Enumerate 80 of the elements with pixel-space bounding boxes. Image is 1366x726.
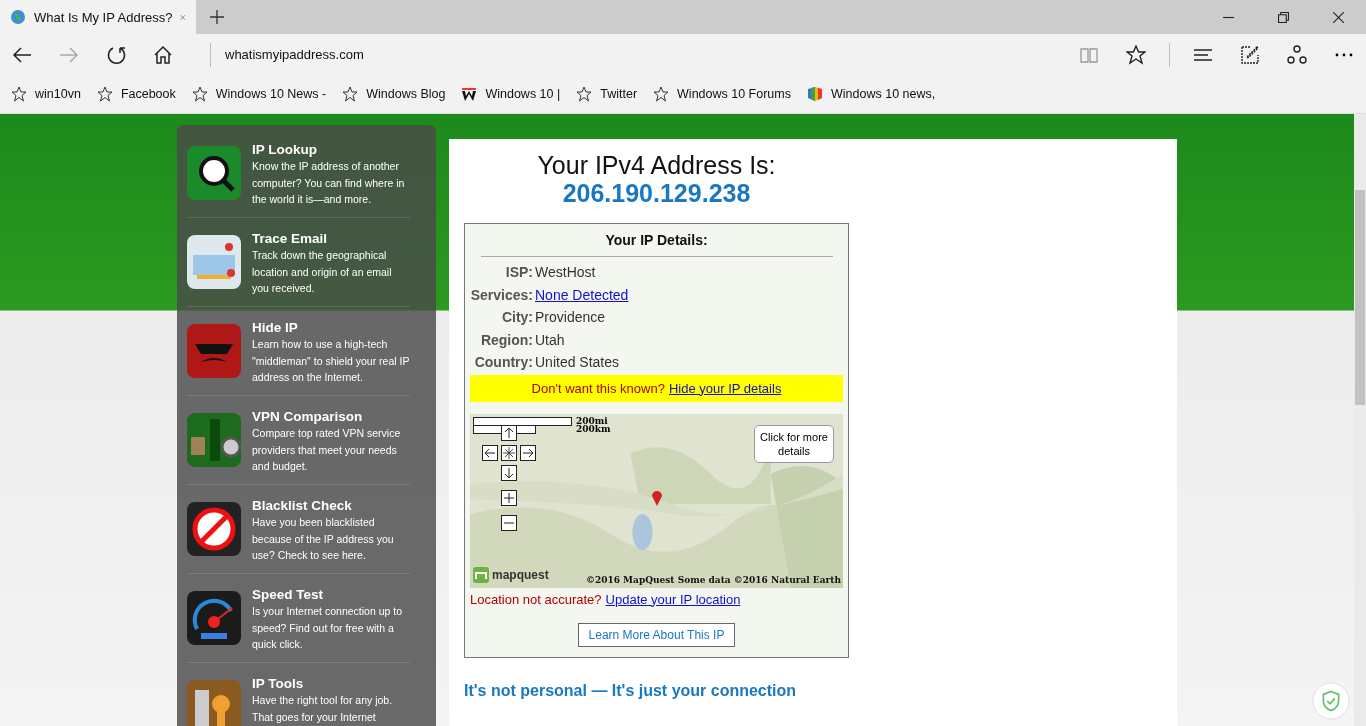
share-icon[interactable] — [1287, 44, 1307, 65]
tool-link[interactable]: Hide IP — [252, 320, 410, 336]
pen-icon[interactable] — [1240, 44, 1260, 65]
scale-label: 200mi — [576, 416, 608, 426]
restore-icon[interactable] — [1278, 11, 1289, 23]
detail-value: Providence — [535, 308, 607, 327]
star-icon — [342, 86, 359, 102]
star-icon — [653, 86, 670, 102]
refresh-icon[interactable] — [106, 44, 126, 65]
update-location-link[interactable]: Update your IP location — [605, 591, 741, 607]
notice-text: Don't want this known? — [531, 380, 665, 396]
tool-description: Track down the geographical location and origin of an email you received. — [252, 248, 393, 296]
back-icon[interactable] — [12, 44, 32, 65]
detail-link[interactable]: None Detected — [535, 285, 843, 304]
tool-description: Have the right tool for any job. That goes for your Internet — [252, 693, 394, 725]
recenter-button[interactable] — [501, 444, 517, 461]
star-icon[interactable] — [1126, 44, 1146, 65]
map-icon[interactable] — [187, 235, 241, 289]
tool-description: Is your Internet connection up to speed? Find out for free with a quick click. — [252, 604, 403, 652]
tool-description: Compare top rated VPN service providers that meet your needs and budget. — [252, 426, 402, 474]
heading: Your IPv4 Address Is: — [537, 151, 776, 179]
pan-left-button[interactable] — [482, 444, 498, 461]
pan-up-button[interactable] — [501, 424, 517, 441]
details-title: Your IP Details: — [605, 232, 708, 248]
favorite-link[interactable]: win10vn — [11, 86, 81, 102]
w-logo-icon — [461, 86, 478, 102]
speedometer-icon[interactable] — [187, 591, 241, 645]
tab-title: What Is My IP Address? — [34, 9, 173, 25]
detail-label: City: — [500, 308, 533, 327]
favorite-link[interactable]: Windows 10 news, — [807, 86, 936, 102]
favorite-link[interactable]: Windows 10 Forums — [653, 86, 791, 102]
favorite-link[interactable]: Windows 10 | — [461, 86, 561, 102]
globe-icon — [10, 9, 26, 25]
star-icon — [191, 86, 208, 102]
home-icon[interactable] — [153, 44, 173, 65]
tool-link[interactable]: IP Lookup — [252, 142, 410, 158]
new-tab-icon[interactable] — [210, 10, 224, 24]
address-field[interactable]: whatismyipaddress.com — [210, 42, 532, 67]
detail-label: Country: — [473, 353, 533, 372]
pan-down-button[interactable] — [501, 464, 517, 481]
map-logo-text: mapquest — [492, 567, 549, 582]
map-pin-icon[interactable] — [652, 490, 662, 506]
location-text: Location not accurate? — [470, 591, 602, 607]
tool-link[interactable]: VPN Comparison — [252, 409, 410, 425]
tool-description: Learn how to use a high-tech "middleman" to shield your real IP address on the Internet. — [252, 337, 410, 385]
pan-right-button[interactable] — [520, 444, 536, 461]
learn-more-button[interactable]: Learn More About This IP — [577, 622, 736, 647]
tool-description: Have you been blacklisted because of the IP address you use? Check to see here. — [252, 515, 395, 563]
ip-address: 206.190.129.238 — [562, 179, 751, 207]
tool-link[interactable]: IP Tools — [252, 676, 410, 692]
colorful-cube-icon — [807, 86, 823, 102]
map-callout[interactable]: Click for more details — [754, 424, 834, 463]
section-heading: It's not personal — It's just your connection — [464, 681, 797, 700]
star-icon — [576, 86, 593, 102]
favorite-link[interactable]: Windows Blog — [342, 86, 446, 102]
hide-ip-link[interactable]: Hide your IP details — [668, 380, 782, 396]
detail-label: Services: — [470, 285, 533, 304]
detail-value: United States — [535, 353, 621, 372]
magnifier-icon[interactable] — [187, 146, 241, 200]
tool-description: Know the IP address of another computer? You can find where in the world it is—and more. — [252, 159, 406, 207]
browser-tab[interactable]: What Is My IP Address? — [0, 0, 196, 34]
tool-link[interactable]: Trace Email — [252, 231, 410, 247]
zoom-in-button[interactable] — [501, 489, 517, 506]
star-icon — [96, 86, 113, 102]
favorite-link[interactable]: Facebook — [96, 86, 176, 102]
favorite-link[interactable]: Windows 10 News - — [191, 86, 327, 102]
map-copyright: ©2016 MapQuest Some data ©2016 Natural Earth — [585, 574, 841, 585]
close-icon[interactable] — [1333, 11, 1344, 23]
star-icon — [11, 86, 27, 102]
scrollbar[interactable] — [1354, 114, 1366, 726]
detail-label: Region: — [479, 330, 533, 349]
prohibited-icon[interactable] — [187, 502, 241, 556]
detail-value: WestHost — [535, 263, 597, 282]
detail-label: ISP: — [504, 263, 533, 282]
tool-link[interactable]: Speed Test — [252, 587, 410, 603]
favorite-link[interactable]: Twitter — [576, 86, 638, 102]
zoom-out-button[interactable] — [501, 514, 517, 531]
detail-value: Utah — [535, 330, 566, 349]
tool-link[interactable]: Blacklist Check — [252, 498, 410, 514]
scale-label: 200km — [576, 424, 611, 434]
